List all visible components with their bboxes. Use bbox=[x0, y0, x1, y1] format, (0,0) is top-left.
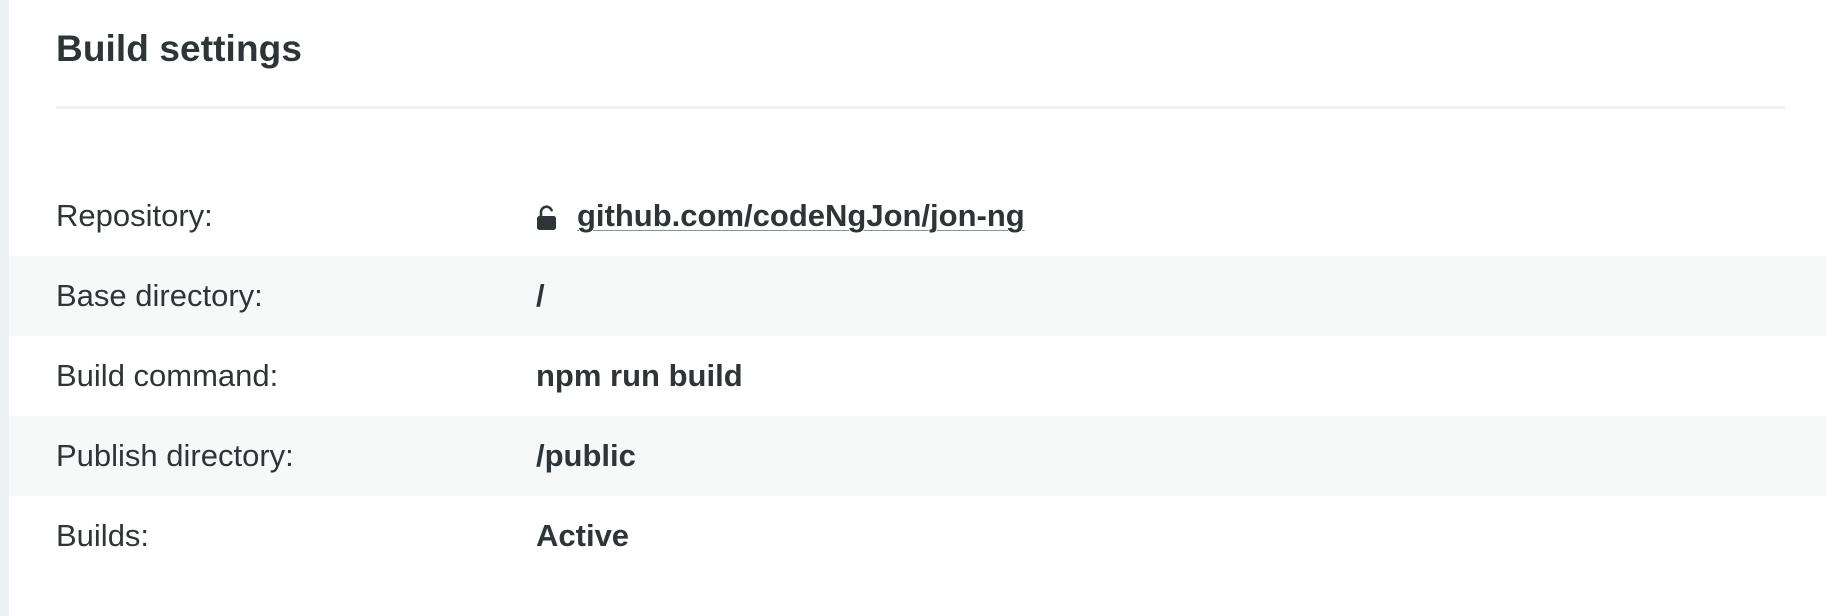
base-directory-value: / bbox=[536, 278, 545, 313]
base-directory-label: Base directory: bbox=[56, 278, 263, 313]
repository-row: Repository: github.com/codeNgJon/jon-ng bbox=[9, 176, 1826, 256]
build-command-value: npm run build bbox=[536, 358, 743, 393]
builds-row: Builds: Active bbox=[9, 496, 1826, 576]
publish-directory-value: /public bbox=[536, 438, 636, 473]
build-settings-list: Repository: github.com/codeNgJon/jon-ng … bbox=[9, 176, 1826, 576]
publish-directory-row: Publish directory: /public bbox=[9, 416, 1826, 496]
publish-directory-label: Publish directory: bbox=[56, 438, 294, 473]
repository-value: github.com/codeNgJon/jon-ng bbox=[536, 198, 1025, 234]
unlock-icon bbox=[536, 203, 558, 230]
repository-label: Repository: bbox=[56, 198, 213, 233]
build-command-label: Build command: bbox=[56, 358, 279, 393]
build-command-row: Build command: npm run build bbox=[9, 336, 1826, 416]
build-settings-card: Build settings Repository: github.com/co… bbox=[9, 0, 1826, 616]
section-title: Build settings bbox=[56, 28, 303, 69]
title-divider bbox=[56, 106, 1785, 109]
builds-status-value: Active bbox=[536, 518, 630, 553]
base-directory-row: Base directory: / bbox=[9, 256, 1826, 336]
builds-label: Builds: bbox=[56, 518, 150, 553]
repository-link[interactable]: github.com/codeNgJon/jon-ng bbox=[577, 198, 1025, 234]
